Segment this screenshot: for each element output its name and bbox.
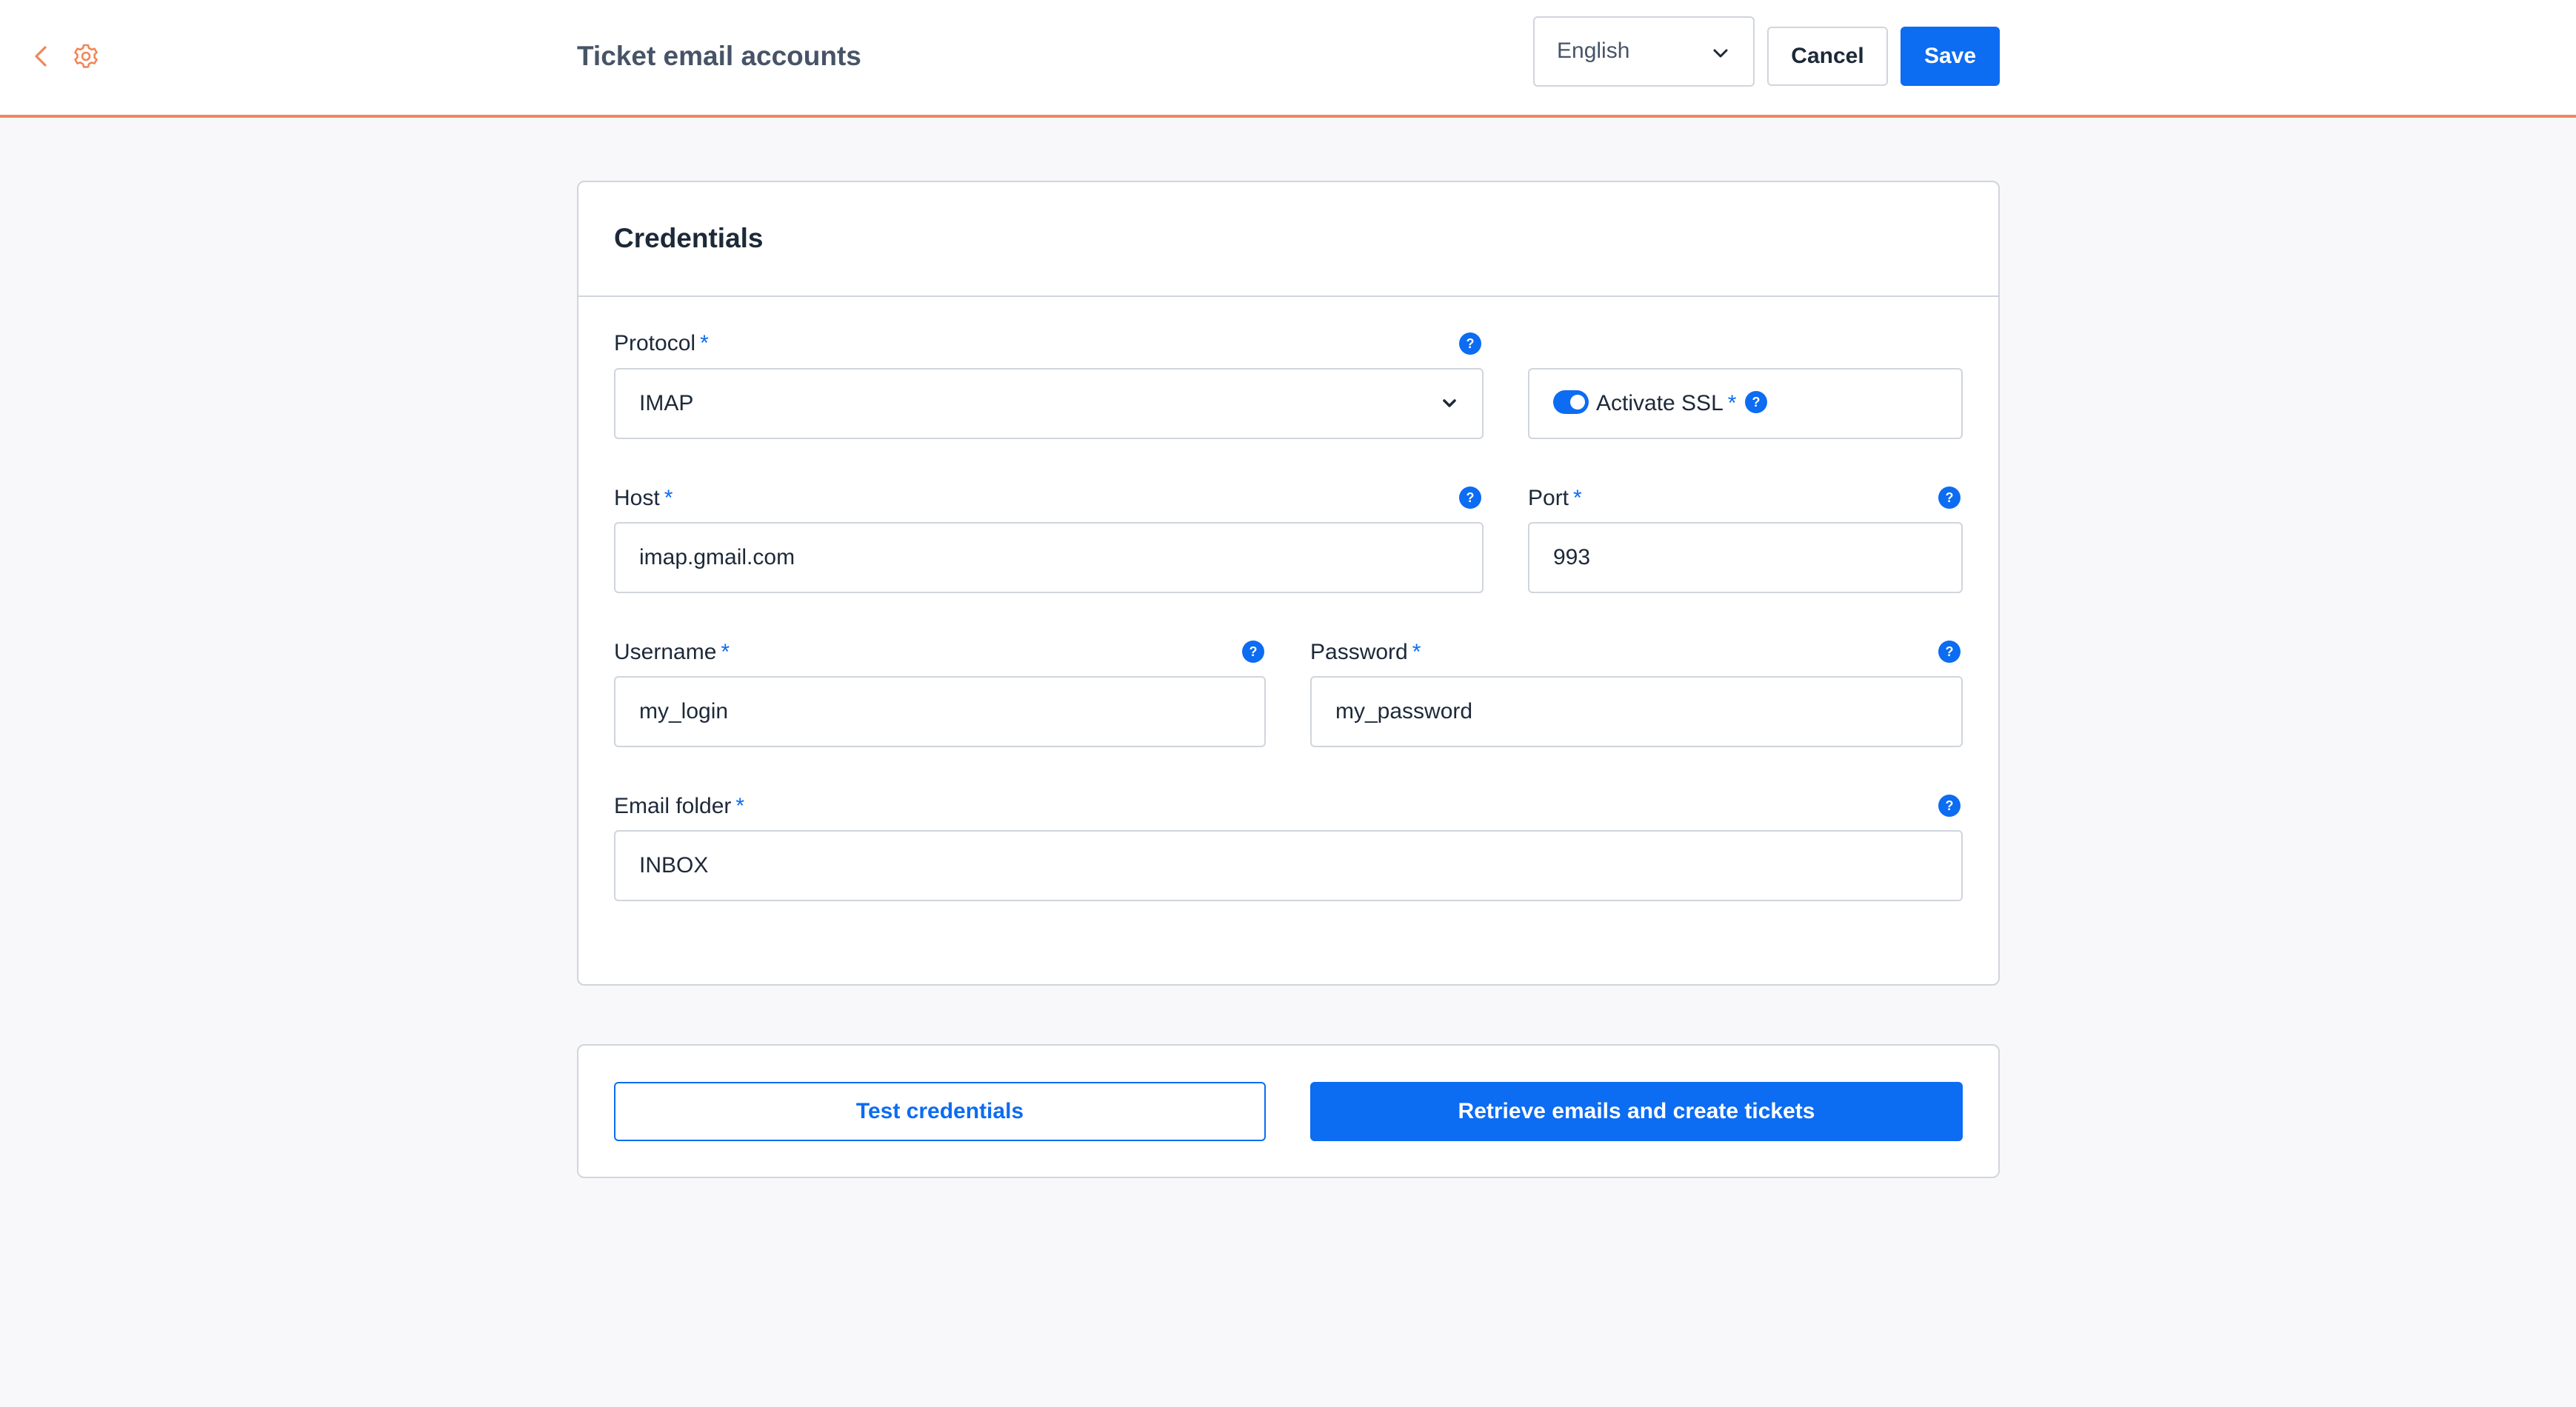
chevron-down-icon [1713, 49, 1728, 58]
chevron-left-icon[interactable] [27, 41, 56, 71]
required-mark: * [1727, 391, 1737, 415]
protocol-help-icon[interactable]: ? [1458, 332, 1482, 355]
page-title: Ticket email accounts [577, 41, 861, 71]
host-label: Host * [614, 484, 673, 513]
ssl-label: Activate SSL * [1596, 389, 1736, 418]
email-folder-label-text: Email folder [614, 794, 732, 818]
required-mark: * [1573, 486, 1582, 510]
language-select[interactable]: English [1533, 16, 1755, 87]
svg-text:?: ? [1946, 490, 1954, 505]
host-label-text: Host [614, 486, 660, 510]
retrieve-emails-button[interactable]: Retrieve emails and create tickets [1310, 1082, 1963, 1141]
ssl-toggle[interactable] [1553, 390, 1589, 414]
port-label: Port * [1528, 484, 1582, 513]
toggle-knob [1570, 395, 1585, 410]
username-input[interactable]: my_login [614, 676, 1266, 747]
username-help-icon[interactable]: ? [1241, 640, 1265, 664]
protocol-label: Protocol * [614, 329, 709, 358]
save-button[interactable]: Save [1901, 27, 2000, 86]
protocol-label-text: Protocol [614, 331, 696, 355]
ssl-label-text: Activate SSL [1596, 391, 1724, 415]
svg-text:?: ? [1249, 644, 1258, 659]
port-label-text: Port [1528, 486, 1569, 510]
ssl-toggle-box: Activate SSL * ? [1528, 368, 1963, 439]
required-mark: * [735, 794, 745, 818]
required-mark: * [1412, 640, 1421, 664]
password-input[interactable]: my_password [1310, 676, 1963, 747]
protocol-select-value: IMAP [639, 391, 694, 415]
host-input[interactable]: imap.gmail.com [614, 522, 1484, 593]
svg-text:?: ? [1752, 395, 1761, 410]
ssl-help-icon[interactable]: ? [1744, 390, 1768, 414]
test-credentials-button[interactable]: Test credentials [614, 1082, 1266, 1141]
credentials-card-header: Credentials [578, 182, 1998, 297]
chevron-down-icon [1443, 399, 1456, 407]
svg-text:?: ? [1466, 490, 1475, 505]
password-help-icon[interactable]: ? [1938, 640, 1961, 664]
password-label-text: Password [1310, 640, 1408, 664]
required-mark: * [721, 640, 730, 664]
top-bar: Ticket email accounts English Cancel Sav… [0, 0, 2576, 118]
language-select-value: English [1557, 39, 1630, 63]
email-folder-help-icon[interactable]: ? [1938, 794, 1961, 818]
gear-icon[interactable] [71, 41, 101, 71]
port-help-icon[interactable]: ? [1938, 486, 1961, 509]
cancel-button[interactable]: Cancel [1767, 27, 1888, 86]
email-folder-input[interactable]: INBOX [614, 830, 1963, 901]
port-input[interactable]: 993 [1528, 522, 1963, 593]
username-label: Username * [614, 638, 730, 667]
protocol-select[interactable]: IMAP [614, 368, 1484, 439]
username-label-text: Username [614, 640, 717, 664]
svg-text:?: ? [1946, 644, 1954, 659]
svg-text:?: ? [1466, 336, 1475, 351]
svg-text:?: ? [1946, 798, 1954, 813]
credentials-title: Credentials [614, 223, 764, 253]
required-mark: * [700, 331, 709, 355]
host-help-icon[interactable]: ? [1458, 486, 1482, 509]
required-mark: * [664, 486, 673, 510]
password-label: Password * [1310, 638, 1421, 667]
email-folder-label: Email folder * [614, 792, 744, 821]
